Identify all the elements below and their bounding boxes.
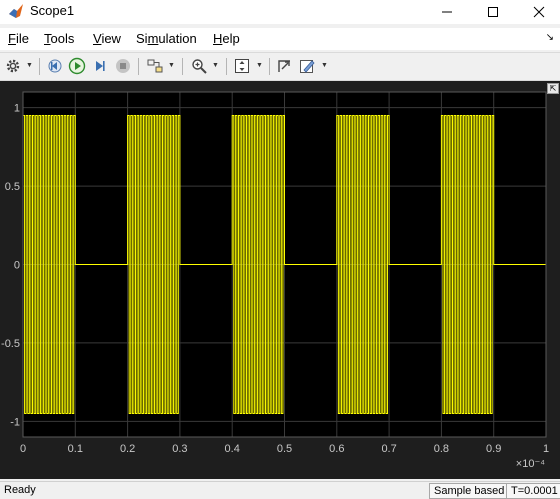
configuration-dropdown-icon[interactable]: ▼ xyxy=(26,62,33,69)
x-tick-label: 0.9 xyxy=(486,443,501,455)
autoscale-dropdown-icon[interactable]: ▼ xyxy=(256,62,263,69)
close-button[interactable] xyxy=(516,0,560,24)
step-back-button[interactable] xyxy=(46,57,64,75)
toolbar-separator xyxy=(39,58,40,75)
minimize-icon xyxy=(442,11,452,13)
menu-help[interactable]: Help xyxy=(213,31,240,46)
style-button[interactable] xyxy=(298,57,316,75)
toolbar-separator xyxy=(269,58,270,75)
toolbar-separator xyxy=(138,58,139,75)
x-tick-label: 0 xyxy=(20,443,26,455)
y-tick-label: -0.5 xyxy=(1,338,20,350)
y-tick-label: 0.5 xyxy=(5,181,20,193)
matlab-app-icon xyxy=(9,4,23,18)
step-forward-icon xyxy=(96,61,105,71)
x-tick-label: 0.2 xyxy=(120,443,135,455)
gear-icon xyxy=(6,59,20,73)
stop-button[interactable] xyxy=(114,57,132,75)
highlight-block-dropdown-icon[interactable]: ▼ xyxy=(168,62,175,69)
cursor-measure-button[interactable] xyxy=(275,57,293,75)
toolbar-separator xyxy=(182,58,183,75)
style-icon xyxy=(300,60,315,73)
zoom-dropdown-icon[interactable]: ▼ xyxy=(212,62,219,69)
step-forward-button[interactable] xyxy=(91,57,109,75)
y-tick-label: -1 xyxy=(10,416,20,428)
run-icon xyxy=(68,57,86,75)
simulation-time-indicator: T=0.0001 xyxy=(506,483,560,499)
menu-bar: File Tools View Simulation Help ↘ xyxy=(0,28,560,50)
x-tick-label: 0.5 xyxy=(277,443,292,455)
x-axis-exponent-label: ×10⁻⁴ xyxy=(516,458,545,470)
zoom-icon xyxy=(192,59,207,74)
x-tick-label: 0.1 xyxy=(68,443,83,455)
y-tick-label: 0 xyxy=(14,260,20,272)
configuration-button[interactable] xyxy=(4,57,22,75)
menu-file[interactable]: File xyxy=(8,31,29,46)
x-tick-label: 0.8 xyxy=(434,443,449,455)
menu-tools[interactable]: Tools xyxy=(44,31,74,46)
minimize-button[interactable] xyxy=(424,0,470,24)
status-bar: Ready Sample based T=0.0001 xyxy=(0,481,560,499)
maximize-icon xyxy=(488,7,498,17)
x-tick-label: 0.4 xyxy=(225,443,240,455)
stop-icon xyxy=(116,59,130,73)
scope-plot[interactable]: 0 0.1 0.2 0.3 0.4 0.5 0.6 0.7 0.8 0.9 1 1 0.5 0 -0.5 -1… xyxy=(0,81,560,479)
x-tick-label: 0.3 xyxy=(172,443,187,455)
x-tick-label: 1 xyxy=(543,443,549,455)
run-button[interactable] xyxy=(68,57,86,75)
title-bar: Scope1 xyxy=(0,0,560,24)
menu-simulation[interactable]: Simulation xyxy=(136,31,197,46)
x-tick-label: 0.6 xyxy=(329,443,344,455)
sample-mode-indicator: Sample based xyxy=(429,483,510,499)
toolbar-separator xyxy=(226,58,227,75)
zoom-button[interactable] xyxy=(190,57,208,75)
status-text: Ready xyxy=(4,484,36,496)
highlight-block-button[interactable] xyxy=(146,57,164,75)
cursor-measure-icon xyxy=(278,60,290,72)
autoscale-button[interactable] xyxy=(233,57,251,75)
menu-view[interactable]: View xyxy=(93,31,121,46)
close-icon xyxy=(533,6,545,18)
highlight-block-icon xyxy=(147,59,163,73)
autoscale-icon xyxy=(235,59,249,73)
window-title: Scope1 xyxy=(30,3,75,18)
y-tick-label: 1 xyxy=(14,103,20,115)
maximize-button[interactable] xyxy=(470,0,516,24)
style-dropdown-icon[interactable]: ▼ xyxy=(321,62,328,69)
toolbar: ▼ ▼ ▼ ▼ ▼ xyxy=(0,52,560,81)
step-back-icon xyxy=(48,59,62,73)
dock-arrow-icon[interactable]: ↘ xyxy=(546,32,554,43)
x-tick-label: 0.7 xyxy=(381,443,396,455)
